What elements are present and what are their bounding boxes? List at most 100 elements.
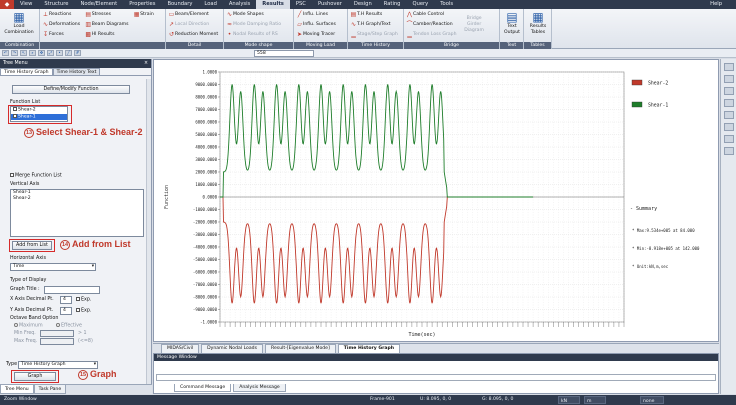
node-icon[interactable]: • (56, 50, 63, 56)
stresses-button[interactable]: ▤ Stresses (85, 10, 129, 20)
menu-item-pushover[interactable]: Pushover (312, 0, 348, 9)
x-decimal-input[interactable]: 4 (60, 296, 72, 304)
radio-icon[interactable] (14, 323, 18, 327)
radio-icon[interactable] (56, 323, 60, 327)
menu-item-psc[interactable]: PSC (290, 0, 312, 9)
app-logo-icon[interactable]: ◆ (0, 0, 14, 9)
panel-scrollbar[interactable] (146, 79, 151, 391)
checkbox-icon[interactable] (76, 297, 80, 301)
tab-tree-menu[interactable]: Tree Menu (0, 385, 34, 394)
length-unit-select[interactable]: m (584, 396, 606, 404)
influence-surfaces-button[interactable]: ▱ Influ. Surfaces (296, 20, 336, 30)
help-menu[interactable]: Help (710, 0, 722, 9)
selection-input[interactable]: 558 (254, 50, 314, 57)
menu-item-node-element[interactable]: Node/Element (74, 0, 123, 9)
type-select[interactable]: Time History Graph (18, 361, 98, 369)
x-exp-checkbox[interactable]: Exp. (76, 297, 91, 303)
tab-time-history-text[interactable]: Time History Text (52, 68, 101, 75)
view-tool-icon[interactable] (723, 111, 734, 119)
menu-item-properties[interactable]: Properties (123, 0, 161, 9)
tab-analysis-message[interactable]: Analysis Message (233, 384, 286, 392)
y-exp-checkbox[interactable]: Exp. (76, 308, 91, 314)
menu-item-view[interactable]: View (14, 0, 38, 9)
th-results-button[interactable]: ▤ T.H Results (350, 10, 398, 20)
forces-button[interactable]: ↧ Forces (42, 30, 80, 40)
zoom-select[interactable]: none (640, 396, 664, 404)
doc-tab-1[interactable]: Dynamic Nodal Loads (201, 344, 263, 353)
deformations-button[interactable]: ∿ Deformations (42, 20, 80, 30)
hl-results-button[interactable]: ▩ Hl Results (85, 30, 129, 40)
fit-icon[interactable]: ⤢ (47, 50, 54, 56)
view-tool-icon[interactable] (723, 63, 734, 71)
menu-item-query[interactable]: Query (406, 0, 434, 9)
stage-step-graph-button[interactable]: ▁ Stage/Step Graph (350, 30, 398, 40)
effective-radio[interactable]: Effective (56, 323, 82, 329)
vertical-axis-item[interactable]: Shear-2 (11, 196, 143, 202)
reduction-moment-icon: ↺ (168, 31, 175, 38)
beam-element-button[interactable]: ▭ Beam/Element (168, 10, 218, 20)
reactions-button[interactable]: ⟂ Reactions (42, 10, 80, 20)
menu-item-boundary[interactable]: Boundary (161, 0, 198, 9)
text-output-icon: ▤ (506, 10, 518, 24)
mode-shapes-button[interactable]: ∿ Mode Shapes (226, 10, 281, 20)
view-tool-icon[interactable] (723, 123, 734, 131)
doc-tab-3[interactable]: Time History Graph (337, 344, 401, 353)
max-freq-input[interactable] (40, 338, 74, 345)
menu-item-structure[interactable]: Structure (38, 0, 74, 9)
beam-diagrams-button[interactable]: ▥ Beam Diagrams (85, 20, 128, 30)
local-direction-button[interactable]: ↗ Local Direction (168, 20, 218, 30)
menu-item-design[interactable]: Design (348, 0, 378, 9)
text-output-button[interactable]: ▤ Text Output (502, 10, 522, 35)
redo-icon[interactable]: ↷ (11, 50, 18, 56)
doc-tab-0[interactable]: MIDAS/Civil (161, 344, 200, 353)
command-input[interactable] (156, 374, 716, 381)
tab-task-pane[interactable]: Task Pane (33, 385, 67, 394)
moving-tracer-button[interactable]: ➤ Moving Tracer (296, 30, 336, 40)
maximum-radio[interactable]: Maximum (14, 323, 43, 329)
merge-function-list[interactable]: Merge Function List (10, 173, 62, 179)
view-tool-icon[interactable] (723, 135, 734, 143)
menu-item-analysis[interactable]: Analysis (223, 0, 256, 9)
nodal-results-rs-button[interactable]: • Nodal Results of RS (226, 30, 281, 40)
menu-item-load[interactable]: Load (198, 0, 222, 9)
select-icon[interactable]: ↖ (20, 50, 27, 56)
results-tables-button[interactable]: ▦ Results Tables (526, 10, 550, 35)
force-unit-select[interactable]: kN (558, 396, 580, 404)
view-tool-icon[interactable] (723, 75, 734, 83)
strain-button[interactable]: ▦ Strain (133, 10, 154, 20)
menu-item-results[interactable]: Results (256, 0, 290, 9)
doc-tab-2[interactable]: Result-[Eigenvalue Mode] (265, 344, 336, 353)
pan-icon[interactable]: ✥ (38, 50, 45, 56)
y-decimal-input[interactable]: 4 (60, 307, 72, 315)
hl-results-icon: ▩ (85, 31, 92, 38)
tab-command-message[interactable]: Command Message (174, 384, 232, 392)
view-tool-icon[interactable] (723, 87, 734, 95)
load-combination-button[interactable]: ▦ Load Combination (2, 10, 36, 35)
vertical-axis-listbox[interactable]: Shear-1 Shear-2 (10, 189, 144, 237)
camber-reaction-button[interactable]: ⌒ Camber/Reaction (406, 20, 457, 30)
checkbox-icon[interactable] (10, 173, 14, 177)
min-freq-input[interactable] (40, 330, 74, 337)
view-tool-icon[interactable] (723, 147, 734, 155)
define-modify-function-button[interactable]: Define/Modify Function (12, 85, 130, 94)
horizontal-axis-select[interactable]: Time (10, 263, 96, 271)
influence-lines-button[interactable]: ╱ Influ. Lines (296, 10, 336, 20)
checkbox-icon[interactable] (76, 308, 80, 312)
menu-item-tools[interactable]: Tools (434, 0, 459, 9)
nodal-results-icon: • (227, 31, 232, 38)
undo-icon[interactable]: ↶ (2, 50, 9, 56)
tab-time-history-graph[interactable]: Time History Graph (0, 68, 53, 75)
mode-damping-button[interactable]: ≈ Mode Damping Ratio (226, 20, 281, 30)
zoom-icon[interactable]: ⌕ (29, 50, 36, 56)
tendon-loss-graph-button[interactable]: ▁ Tendon Loss Graph (406, 30, 456, 40)
cable-control-button[interactable]: ⋀ Cable Control (406, 10, 457, 20)
th-graph-text-button[interactable]: ∿ T.H Graph/Text (350, 20, 398, 30)
bridge-girder-diagram-button[interactable]: Bridge Girder Diagram (461, 16, 487, 34)
reduction-moment-button[interactable]: ↺ Reduction Moment (168, 30, 218, 40)
menu-item-rating[interactable]: Rating (378, 0, 407, 9)
graph-title-input[interactable] (44, 286, 100, 294)
view-tool-icon[interactable] (723, 99, 734, 107)
grid-icon[interactable]: # (74, 50, 81, 56)
element-icon[interactable]: ╱ (65, 50, 72, 56)
close-icon[interactable]: × (144, 59, 148, 68)
